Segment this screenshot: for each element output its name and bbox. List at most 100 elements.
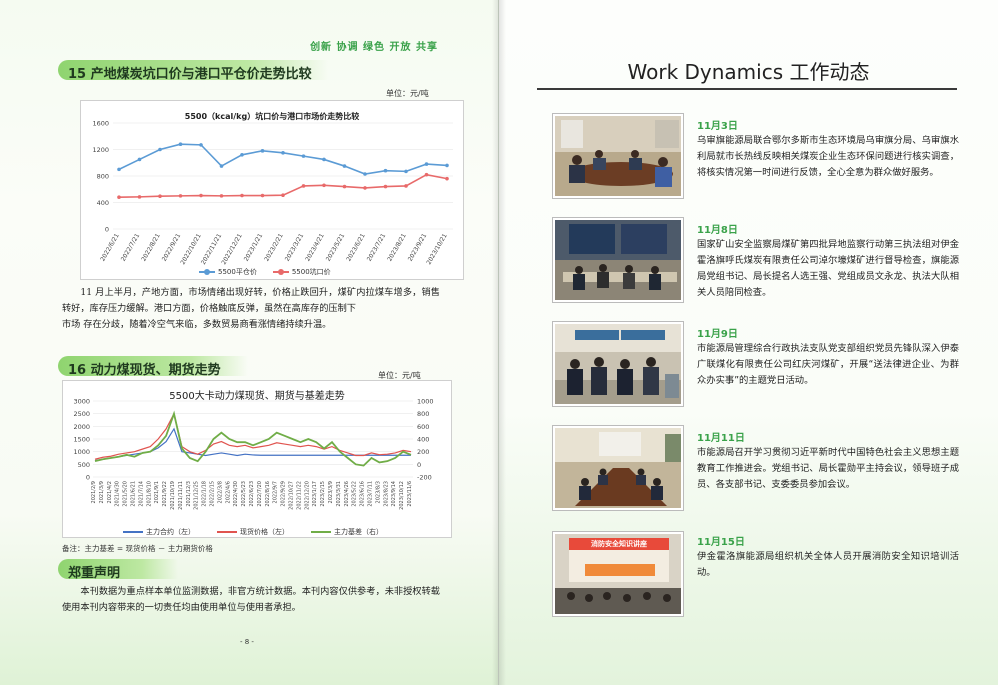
chart2-x-tick: 2022/8/16	[265, 481, 271, 507]
chart1-point	[424, 172, 429, 177]
chart1-point	[445, 163, 449, 168]
chart2-x-tick: 2023/2/15	[320, 481, 326, 507]
chart2-series-line-2	[94, 410, 412, 467]
chart-pit-vs-port: 5500（kcal/kg）坑口价与港口市场价走势比较 0 400 800 1200 16…	[80, 100, 464, 280]
item-1-text: 乌审旗能源局联合鄂尔多斯市生态环境局乌审旗分局、乌审旗水利局就市长热线反映相关煤…	[697, 135, 959, 178]
chart2-x-tick: 2023/8/23	[383, 481, 389, 507]
chart1-x-tick: 2023/4/21	[304, 232, 326, 262]
legend-item-basis: 主力基差（右）	[311, 527, 383, 537]
chart2-x-tick: 2021/10/19	[170, 481, 176, 510]
item-2-date: 11月8日	[697, 225, 738, 236]
chart2-x-tick: 2021/6/21	[131, 481, 137, 507]
chart1-point	[240, 193, 244, 198]
legend-item-spot: 现货价格（左）	[217, 527, 289, 537]
chart1-point	[240, 153, 244, 157]
chart1-point	[281, 193, 285, 198]
chart1-point	[260, 149, 265, 153]
chart2-x-tick: 2022/12/20	[304, 481, 310, 510]
chart1-x-tick: 2023/8/21	[386, 232, 408, 262]
item-5-date: 11月15日	[697, 537, 745, 548]
chart2-x-tick: 2022/11/22	[296, 481, 302, 510]
chart2-x-tick: 2021/3/9	[99, 481, 105, 503]
section-16-heading: 16 动力煤现货、期货走势图	[58, 356, 248, 397]
chart2-y-tick: 2000	[73, 423, 90, 431]
photo-fire-safety-5: 消防安全知识讲座	[553, 532, 683, 616]
chart2-y2-tick: 1000	[417, 398, 434, 406]
legend-item-pit-price: 5500坑口价	[272, 267, 331, 277]
chart1-y-tick: 0	[105, 226, 109, 234]
chart2-x-tick: 2023/1/17	[312, 481, 318, 507]
chart1-x-tick: 2023/3/21	[284, 232, 306, 262]
chart2-y-tick: 1500	[73, 436, 90, 444]
item-3-text: 市能源局管理综合行政执法支队党支部组织党员先锋队深入伊泰广联煤化有限责任公司红庆…	[697, 343, 959, 386]
slogan: 创新 协调 绿色 开放 共享	[310, 42, 438, 53]
chart1-point	[199, 193, 203, 198]
chart1-point	[322, 183, 326, 188]
chart1-point	[363, 186, 367, 190]
right-page: Work Dynamics 工作动态 11月3日 乌审旗能源局联合鄂尔多斯市生态…	[499, 0, 998, 685]
chart2-x-tick: 2023/4/26	[344, 481, 350, 507]
chart2-svg: 0 500 1000 1500 2000 2500 3000 -200 0 200 400 600 80…	[73, 398, 434, 510]
chart2-x-tick: 2023/7/11	[368, 481, 374, 507]
chart2-x-tick: 2021/12/25	[194, 481, 200, 510]
photo-inspection-2	[553, 218, 683, 302]
chart2-x-tick: 2023/3/31	[336, 481, 342, 507]
item-4-text: 市能源局召开学习贯彻习近平新时代中国特色社会主义思想主题教育工作推进会。党组书记…	[697, 447, 959, 490]
item-1-date: 11月3日	[697, 121, 738, 132]
chart1-x-tick: 2023/2/21	[263, 232, 285, 262]
chart1-point	[424, 162, 429, 166]
photo-meeting-1	[553, 114, 683, 198]
chart1-x-tick: 2022/10/21	[179, 232, 202, 266]
chart1-series-line-0	[118, 143, 448, 175]
chart1-point	[199, 143, 203, 147]
chart2-x-tick: 2021/11/11	[178, 481, 184, 510]
chart2-x-tick: 2023/11/6	[407, 481, 413, 507]
chart1-x-tick: 2023/1/21	[243, 232, 265, 262]
chart1-y-tick: 1200	[92, 146, 109, 154]
chart1-point	[445, 176, 449, 181]
chart2-x-tick: 2023/10/12	[399, 481, 405, 510]
chart1-svg: 0 400 800 1200 1600 2022/6/21 2022/7/21 2022/8/…	[92, 120, 453, 266]
chart1-x-tick: 2022/9/21	[161, 232, 183, 262]
chart2-y2-tick: 800	[417, 410, 429, 418]
section-15-heading: 15 产地煤炭坑口价与港口平仓价走势比较	[58, 60, 328, 82]
chart2-x-tick: 2021/9/22	[162, 481, 168, 507]
chart2-x-tick: 2021/4/2	[107, 481, 113, 503]
chart2-y2-tick: 400	[417, 436, 429, 444]
chart1-point	[178, 194, 183, 198]
chart2-legend: 主力合约（左） 现货价格（左） 主力基差（右）	[123, 527, 383, 537]
chart1-x-tick: 2023/6/21	[345, 232, 367, 262]
chart2-x-tick: 2021/5/20	[123, 481, 129, 507]
photo-party-day-3	[553, 322, 683, 406]
chart-spot-futures: 5500大卡动力煤现货、期货与基差走势 0 500 1000 1500 2000 2500…	[62, 380, 452, 538]
chart1-point	[342, 184, 347, 189]
chart2-x-tick: 2022/6/23	[249, 481, 255, 507]
chart1-point	[178, 142, 183, 146]
chart1-legend: 5500平仓价 5500坑口价	[199, 267, 331, 277]
chart2-x-tick: 2022/2/15	[210, 481, 216, 507]
chart2-y-tick: 1000	[73, 448, 90, 456]
chart2-y-tick: 500	[78, 461, 90, 469]
page-number: - 8 -	[240, 638, 254, 646]
photo5-banner: 消防安全知识讲座	[591, 540, 647, 548]
chart2-x-tick: 2022/4/6	[225, 481, 231, 503]
basis-note: 备注：主力基差 = 现货价格 － 主力期货价格	[62, 544, 213, 553]
chart1-y-tick: 400	[97, 199, 109, 207]
chart2-x-tick: 2022/7/20	[257, 481, 263, 507]
item-5-text: 伊金霍洛旗能源局组织机关全体人员开展消防安全知识培训活动。	[697, 551, 959, 578]
chart2-x-tick: 2023/3/9	[328, 481, 334, 503]
disclaimer-text: 本刊数据为重点样本单位监测数据，非官方统计数据。本刊内容仅供参考，未非授权转载使…	[62, 586, 440, 613]
chart1-point	[219, 164, 224, 168]
chart1-point	[404, 184, 408, 188]
chart1-x-tick: 2022/8/21	[140, 232, 162, 262]
chart1-point	[322, 157, 326, 162]
chart2-x-tick: 2022/9/29	[281, 481, 287, 507]
chart2-y-tick: 0	[86, 474, 90, 482]
chart1-x-tick: 2023/7/21	[366, 232, 388, 262]
chart2-x-tick: 2022/4/30	[233, 481, 239, 507]
chart1-point	[342, 164, 347, 168]
chart2-x-tick: 2022/5/23	[241, 481, 247, 507]
title-rule	[537, 88, 957, 90]
chart2-x-tick: 2021/7/14	[138, 481, 144, 507]
disclaimer-heading: 郑重声明	[58, 559, 178, 581]
